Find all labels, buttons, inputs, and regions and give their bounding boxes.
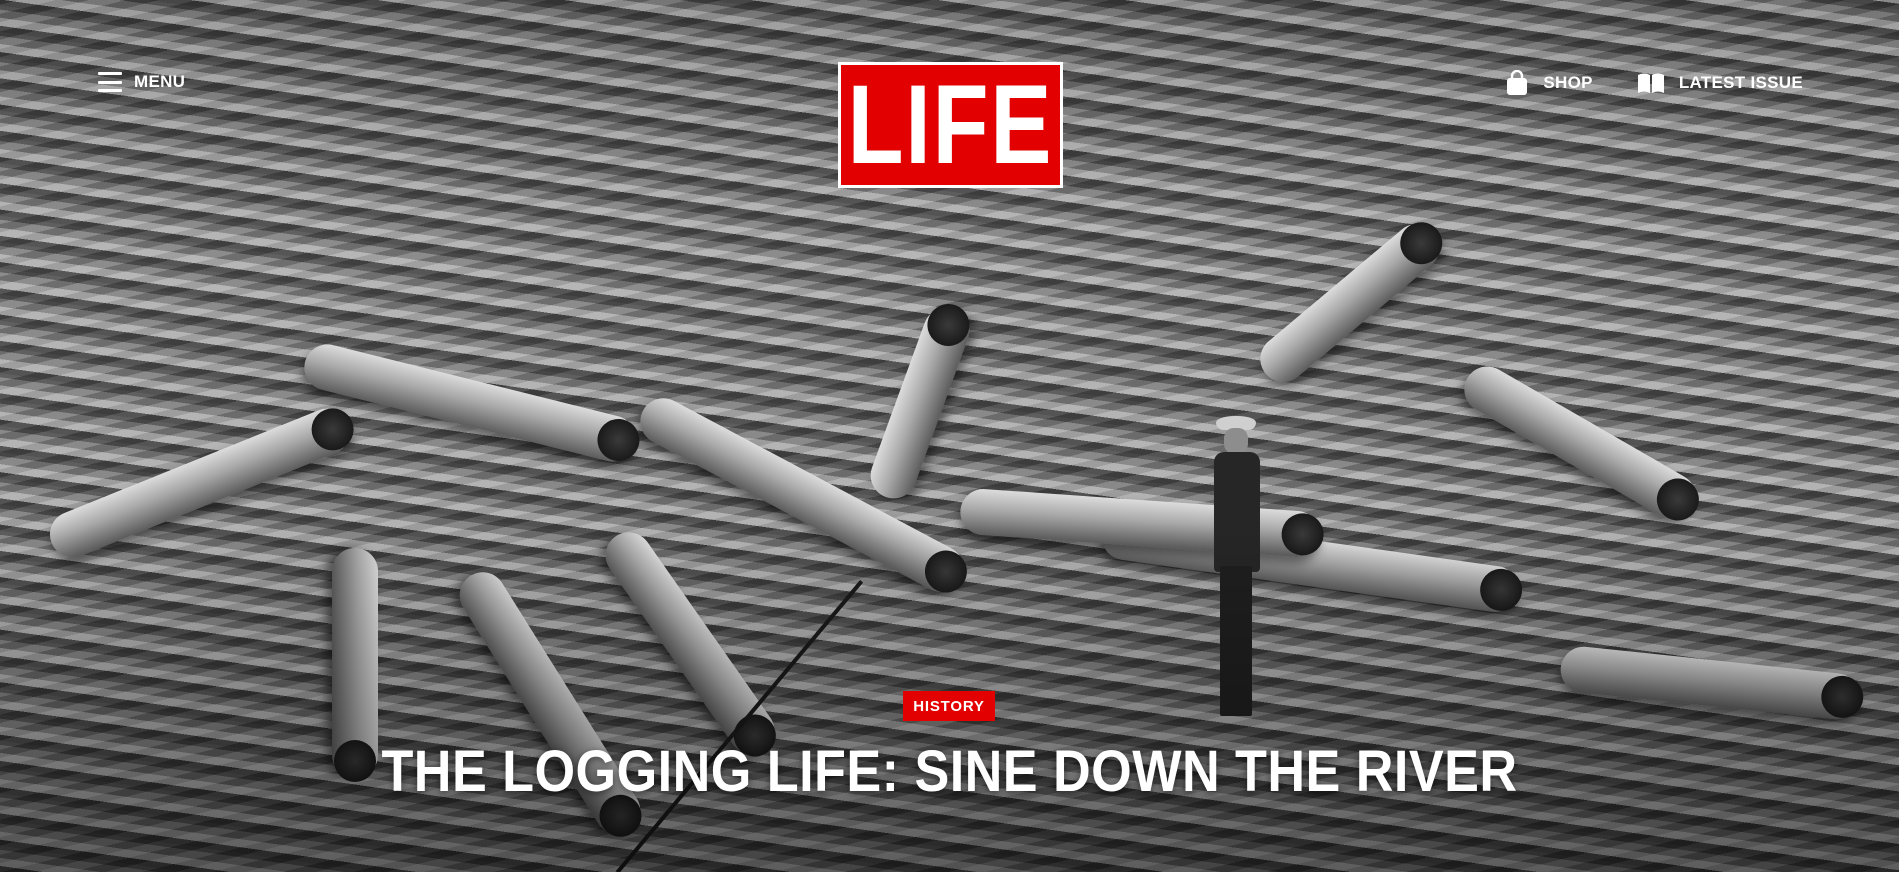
latest-issue-label: LATEST ISSUE xyxy=(1678,73,1803,92)
article-title[interactable]: THE LOGGING LIFE: SINE DOWN THE RIVER xyxy=(95,738,1804,805)
log xyxy=(632,390,972,600)
pike-pole xyxy=(615,580,864,872)
logger-figure xyxy=(1204,416,1268,726)
hamburger-icon xyxy=(98,72,122,92)
logo-text: LIFE xyxy=(847,62,1054,187)
open-book-icon xyxy=(1637,72,1665,94)
log xyxy=(299,339,641,467)
log xyxy=(1098,510,1522,616)
log xyxy=(43,401,357,565)
log xyxy=(1455,358,1705,528)
log xyxy=(1558,644,1862,722)
log xyxy=(958,487,1322,559)
life-logo[interactable]: LIFE xyxy=(838,62,1063,188)
log xyxy=(1250,214,1450,392)
shop-link[interactable]: SHOP xyxy=(1505,70,1593,96)
menu-button[interactable]: MENU xyxy=(98,72,185,92)
category-tag[interactable]: HISTORY xyxy=(903,691,995,721)
hero-section: MENU LIFE SHOP LATEST ISSUE HISTORY THE … xyxy=(0,0,1899,872)
shopping-bag-icon xyxy=(1505,70,1529,96)
shop-label: SHOP xyxy=(1543,73,1593,92)
log xyxy=(864,301,976,505)
menu-label: MENU xyxy=(134,72,186,91)
log xyxy=(596,523,784,763)
header-actions: SHOP LATEST ISSUE xyxy=(1505,70,1803,96)
latest-issue-link[interactable]: LATEST ISSUE xyxy=(1637,72,1803,94)
